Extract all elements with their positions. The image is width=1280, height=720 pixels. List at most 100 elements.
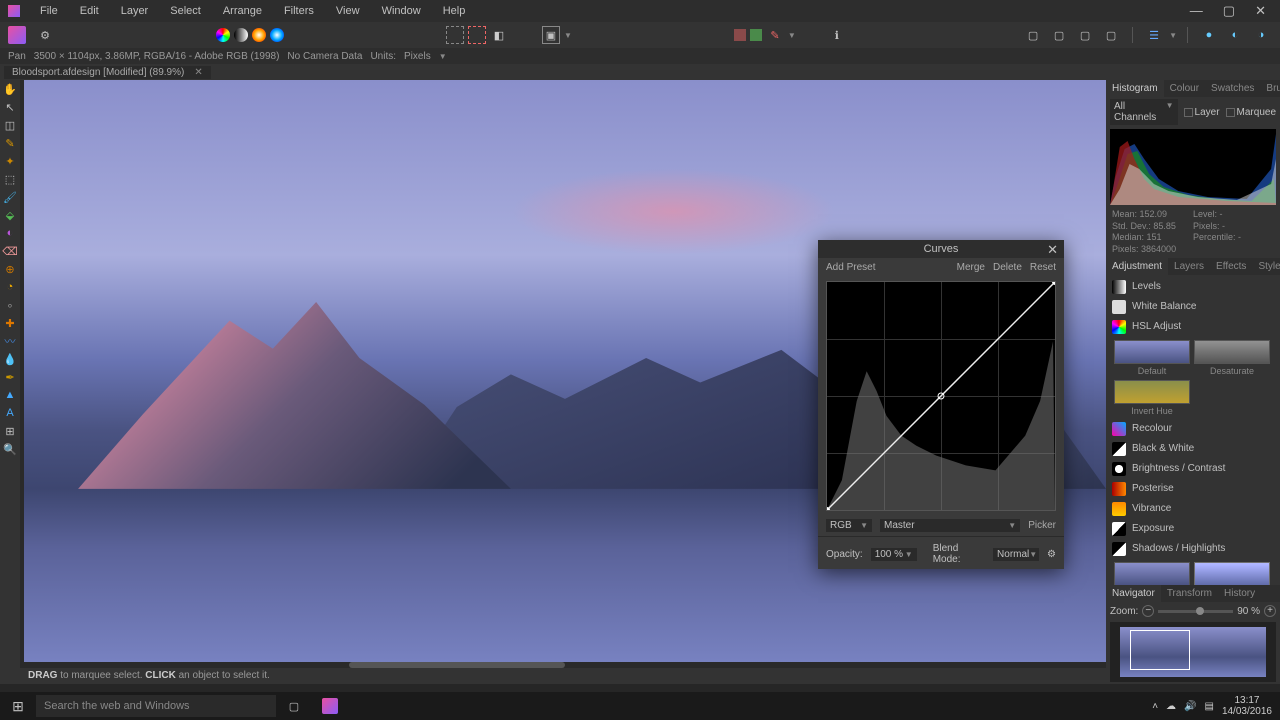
greyscale-icon[interactable] <box>234 28 248 42</box>
paint-brush-icon[interactable]: 🖌 <box>3 190 17 204</box>
taskbar-search[interactable]: Search the web and Windows <box>36 695 276 717</box>
mesh-tool-icon[interactable]: ⊞ <box>3 424 17 438</box>
adj-white-balance[interactable]: White Balance <box>1110 297 1276 317</box>
reset-button[interactable]: Reset <box>1030 262 1056 273</box>
zoom-value[interactable]: 90 % <box>1237 606 1260 617</box>
adj-vibrance[interactable]: Vibrance <box>1110 499 1276 519</box>
heal-tool-icon[interactable]: ✚ <box>3 316 17 330</box>
delete-button[interactable]: Delete <box>993 262 1022 273</box>
menu-layer[interactable]: Layer <box>111 2 159 20</box>
tab-colour[interactable]: Colour <box>1164 80 1205 97</box>
preset-desaturate[interactable]: Desaturate <box>1194 340 1270 376</box>
tab-transform[interactable]: Transform <box>1161 585 1218 602</box>
adj-posterise[interactable]: Posterise <box>1110 479 1276 499</box>
retouch-tool-icon[interactable]: 💧 <box>3 352 17 366</box>
arrange-forward-icon[interactable]: ▢ <box>1076 26 1094 44</box>
align-menu-icon[interactable]: ☰ <box>1145 26 1163 44</box>
curves-master-dropdown[interactable]: Master▼ <box>880 519 1020 532</box>
tab-histogram[interactable]: Histogram <box>1106 80 1164 97</box>
menu-window[interactable]: Window <box>372 2 431 20</box>
blend-dropdown[interactable]: Normal▼ <box>993 548 1039 561</box>
add-layer-icon[interactable]: ● <box>1200 26 1218 44</box>
menu-file[interactable]: File <box>30 2 68 20</box>
snap-guides-icon[interactable] <box>750 29 762 41</box>
menu-help[interactable]: Help <box>433 2 476 20</box>
snap-toggle-icon[interactable]: ✎ <box>766 26 784 44</box>
tab-brushes[interactable]: Brushes <box>1260 80 1280 97</box>
flood-select-icon[interactable]: ✦ <box>3 154 17 168</box>
warm-icon[interactable] <box>252 28 266 42</box>
curves-close-icon[interactable]: ✕ <box>1047 242 1058 258</box>
layer-checkbox[interactable]: Layer <box>1184 107 1220 118</box>
adj-recolour[interactable]: Recolour <box>1110 419 1276 439</box>
adj-hsl[interactable]: HSL Adjust <box>1110 317 1276 337</box>
window-maximize[interactable]: ▢ <box>1217 1 1241 21</box>
preset-sh-2[interactable] <box>1194 562 1270 585</box>
opacity-field[interactable]: 100 %▼ <box>871 548 917 561</box>
units-value[interactable]: Pixels <box>404 51 431 62</box>
navigator-view[interactable] <box>1110 622 1276 682</box>
erase-tool-icon[interactable]: ⌫ <box>3 244 17 258</box>
zoom-out-icon[interactable]: − <box>1142 605 1154 617</box>
marquee-checkbox[interactable]: Marquee <box>1226 107 1276 118</box>
taskbar-app-affinity[interactable] <box>312 692 348 720</box>
merge-button[interactable]: Merge <box>957 262 985 273</box>
preset-invert-hue[interactable]: Invert Hue <box>1114 380 1190 416</box>
zoom-in-icon[interactable]: + <box>1264 605 1276 617</box>
zoom-tool-icon[interactable]: 🔍 <box>3 442 17 456</box>
adj-levels[interactable]: Levels <box>1110 277 1276 297</box>
add-preset-button[interactable]: Add Preset <box>826 262 875 273</box>
menu-select[interactable]: Select <box>160 2 211 20</box>
fill-tool-icon[interactable]: ⬙ <box>3 208 17 222</box>
crop-tool-icon[interactable]: ◫ <box>3 118 17 132</box>
adj-shadows[interactable]: Shadows / Highlights <box>1110 539 1276 559</box>
tray-notification-icon[interactable]: ▤ <box>1204 701 1213 712</box>
clone-tool-icon[interactable]: ⊕ <box>3 262 17 276</box>
taskbar-clock[interactable]: 13:17 14/03/2016 <box>1222 695 1272 717</box>
tab-adjustment[interactable]: Adjustment <box>1106 258 1168 275</box>
tab-navigator[interactable]: Navigator <box>1106 585 1161 602</box>
preset-default[interactable]: Default <box>1114 340 1190 376</box>
tab-effects[interactable]: Effects <box>1210 258 1252 275</box>
arrange-back-icon[interactable]: ▢ <box>1024 26 1042 44</box>
curves-titlebar[interactable]: Curves ✕ <box>818 240 1064 258</box>
menu-filters[interactable]: Filters <box>274 2 324 20</box>
selection-new-icon[interactable] <box>446 26 464 44</box>
adj-exposure[interactable]: Exposure <box>1110 519 1276 539</box>
hand-tool-icon[interactable]: ✋ <box>3 82 17 96</box>
arrange-front-icon[interactable]: ▢ <box>1102 26 1120 44</box>
crop-layer-icon[interactable]: ◐ <box>1226 26 1244 44</box>
selection-add-icon[interactable] <box>468 26 486 44</box>
tray-onedrive-icon[interactable]: ☁ <box>1166 701 1176 712</box>
quick-mask-icon[interactable]: ▣ <box>542 26 560 44</box>
selection-brush-icon[interactable]: ✎ <box>3 136 17 150</box>
mask-layer-icon[interactable]: ◑ <box>1252 26 1270 44</box>
document-tab[interactable]: Bloodsport.afdesign [Modified] (89.9%) ✕ <box>4 66 211 79</box>
tab-swatches[interactable]: Swatches <box>1205 80 1260 97</box>
gear-icon[interactable]: ⚙ <box>1047 549 1056 560</box>
tab-styles[interactable]: Styles <box>1252 258 1280 275</box>
start-button[interactable]: ⊞ <box>0 692 36 720</box>
adj-black-white[interactable]: Black & White <box>1110 439 1276 459</box>
cool-icon[interactable] <box>270 28 284 42</box>
tray-volume-icon[interactable]: 🔊 <box>1184 701 1196 712</box>
smudge-tool-icon[interactable]: 〰 <box>3 334 17 348</box>
window-minimize[interactable]: — <box>1184 1 1209 21</box>
curves-graph[interactable] <box>826 281 1056 511</box>
pen-tool-icon[interactable]: ✒ <box>3 370 17 384</box>
marquee-tool-icon[interactable]: ⬚ <box>3 172 17 186</box>
close-tab-icon[interactable]: ✕ <box>194 67 202 78</box>
menu-edit[interactable]: Edit <box>70 2 109 20</box>
persona-photo-icon[interactable] <box>8 26 26 44</box>
colour-wheel-icon[interactable] <box>216 28 230 42</box>
zoom-slider[interactable] <box>1158 610 1233 613</box>
assistant-icon[interactable]: ℹ <box>828 26 846 44</box>
arrange-backward-icon[interactable]: ▢ <box>1050 26 1068 44</box>
channel-dropdown[interactable]: All Channels▼ <box>1110 99 1178 125</box>
adj-brightness[interactable]: Brightness / Contrast <box>1110 459 1276 479</box>
tab-layers[interactable]: Layers <box>1168 258 1210 275</box>
snap-grid-icon[interactable] <box>734 29 746 41</box>
selection-invert-icon[interactable]: ◧ <box>490 26 508 44</box>
dodge-tool-icon[interactable]: ◔ <box>3 280 17 294</box>
tab-history[interactable]: History <box>1218 585 1261 602</box>
